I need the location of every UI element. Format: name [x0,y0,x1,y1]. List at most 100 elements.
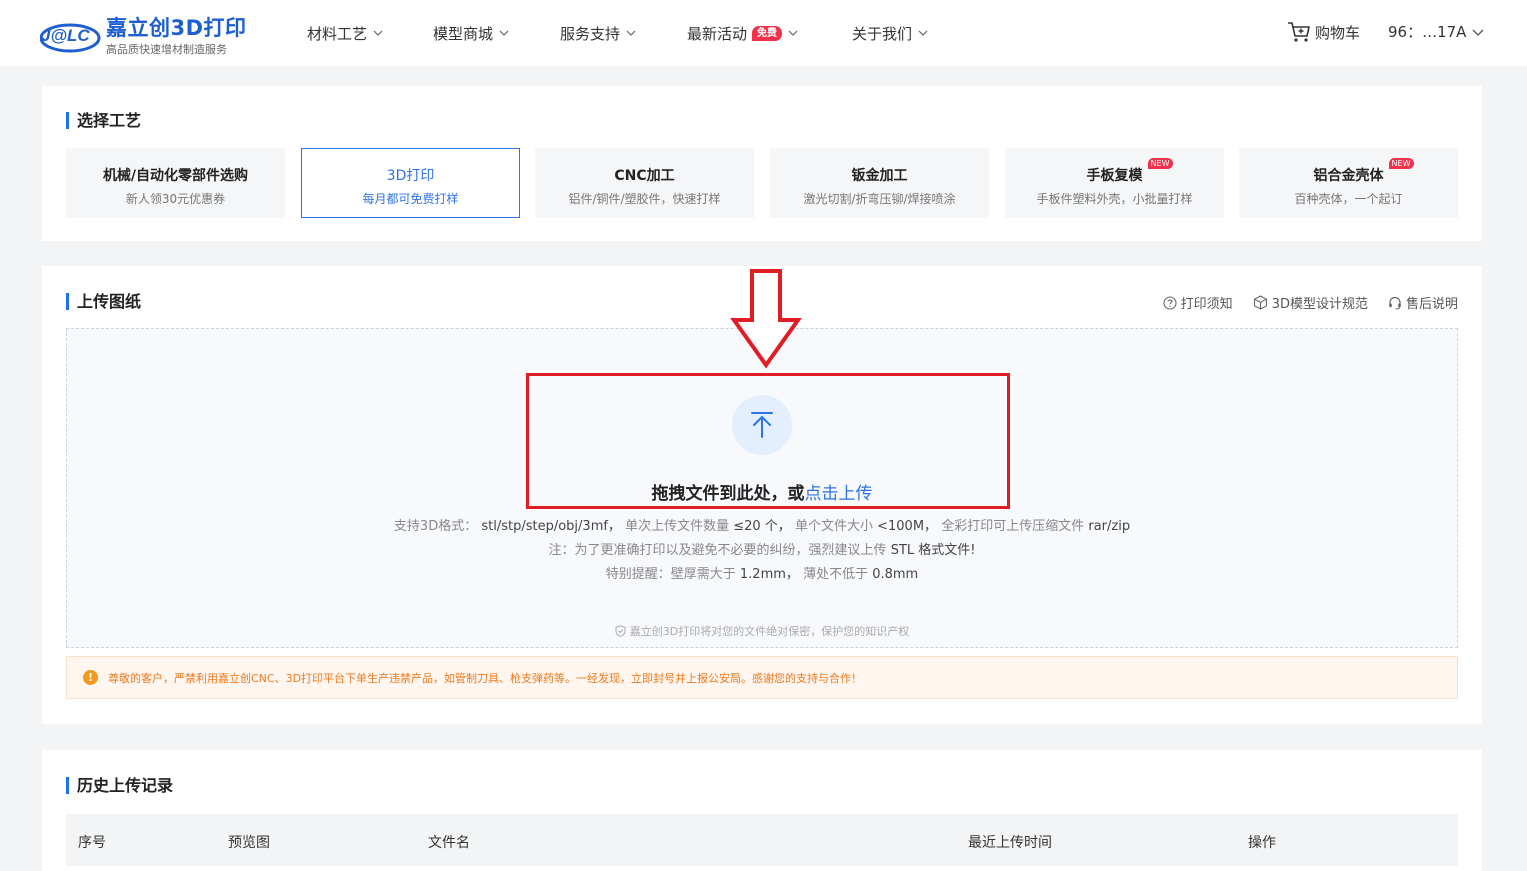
process-name: 铝合金壳体 NEW [1313,158,1414,185]
col-preview: 预览图 [228,835,270,851]
note-label: 注：为了更准确打印以及避免不必要的纠纷，强烈建议上传 [548,543,887,558]
process-desc: 铝件/铜件/塑胶件，快速打样 [568,192,721,206]
process-card-mechanical[interactable]: 机械/自动化零部件选购 新人领30元优惠券 [66,148,285,218]
security-note: 嘉立创3D打印将对您的文件绝对保密，保护您的知识产权 [67,623,1457,639]
click-upload-link[interactable]: 点击上传 [805,484,873,504]
top-header: J@LC 嘉立创3D打印 高品质快速增材制造服务 材料工艺 模型商城 服务支持 … [0,0,1527,66]
design-spec-link[interactable]: 3D模型设计规范 [1253,293,1368,312]
process-panel: 选择工艺 机械/自动化零部件选购 新人领30元优惠券 3D打印 每月都可免费打样… [42,86,1482,241]
drag-hint: 拖拽文件到此处，或点击上传 [67,479,1457,504]
nav-activities[interactable]: 最新活动 免费 [687,22,798,44]
nav-service[interactable]: 服务支持 [560,22,636,44]
color-label: 全彩打印可上传压缩文件 [941,519,1085,534]
formats-value: stl/stp/step/obj/3mf， [481,519,621,534]
warning-banner: ! 尊敬的客户，严禁利用嘉立创CNC、3D打印平台下单生产违禁产品，如管制刀具、… [66,656,1458,699]
table-header: 序号 预览图 文件名 最近上传时间 操作 [66,814,1458,866]
nav-label: 关于我们 [852,24,913,43]
process-name-text: 手板复模 [1086,168,1143,184]
stl-note: 注：为了更准确打印以及避免不必要的纠纷，强烈建议上传 STL 格式文件! [67,539,1457,558]
process-desc: 百种壳体，一个起订 [1294,192,1403,206]
format-info: 支持3D格式： stl/stp/step/obj/3mf， 单次上传文件数量 ≤… [67,515,1457,534]
after-sale-link[interactable]: 售后说明 [1388,293,1458,312]
note-value: STL 格式文件! [890,543,976,558]
nav-label: 材料工艺 [307,24,368,43]
size-value: <100M， [877,519,938,534]
logo-subtitle: 高品质快速增材制造服务 [106,43,227,56]
color-value: rar/zip [1088,519,1131,534]
thickness-reminder: 特别提醒：壁厚需大于 1.2mm， 薄处不低于 0.8mm [67,563,1457,582]
chevron-down-icon [499,30,509,36]
history-panel: 历史上传记录 序号 预览图 文件名 最近上传时间 操作 [42,750,1482,871]
chevron-down-icon [788,30,798,36]
process-card-prototype[interactable]: 手板复模 NEW 手板件塑料外壳，小批量打样 [1005,148,1224,218]
chevron-down-icon [1472,29,1484,36]
process-desc: 每月都可免费打样 [362,192,459,206]
free-badge: 免费 [752,25,783,41]
process-name: 钣金加工 [851,168,908,184]
drag-text: 拖拽文件到此处，或 [651,484,805,504]
upload-dropzone[interactable]: 拖拽文件到此处，或点击上传 支持3D格式： stl/stp/step/obj/3… [66,328,1458,648]
cart-label: 购物车 [1315,23,1361,42]
exclamation-icon: ! [83,670,98,685]
process-name-text: 铝合金壳体 [1313,168,1384,184]
upload-arrow-icon [751,412,773,438]
help-links: 打印须知 3D模型设计规范 售后说明 [1143,293,1458,312]
process-name: CNC加工 [614,168,675,184]
process-card-3d-print[interactable]: 3D打印 每月都可免费打样 [301,148,520,218]
chevron-down-icon [626,30,636,36]
headset-icon [1389,296,1401,310]
nav-materials[interactable]: 材料工艺 [307,22,383,44]
cube-icon [1253,295,1267,310]
upload-button[interactable] [732,395,792,455]
nav-about[interactable]: 关于我们 [852,22,928,44]
upload-panel: 上传图纸 打印须知 3D模型设计规范 售后说明 拖拽文件到此处，或点击上传 支持… [42,266,1482,724]
new-badge: NEW [1147,158,1173,169]
nav-label: 服务支持 [560,24,621,43]
col-actions: 操作 [1248,835,1276,851]
count-value: ≤20 个， [733,519,791,534]
count-label: 单次上传文件数量 [625,519,730,534]
size-label: 单个文件大小 [794,519,873,534]
security-text: 嘉立创3D打印将对您的文件绝对保密，保护您的知识产权 [629,625,910,638]
section-title: 历史上传记录 [66,777,173,794]
col-index: 序号 [78,835,106,851]
cart-icon [1288,22,1310,42]
process-name: 手板复模 NEW [1086,158,1173,185]
chevron-down-icon [918,30,928,36]
col-filename: 文件名 [428,835,470,851]
chevron-down-icon [373,30,383,36]
reminder-value: 0.8mm [872,567,919,582]
process-desc: 手板件塑料外壳，小批量打样 [1036,192,1193,206]
reminder-mid: 薄处不低于 [803,567,869,582]
link-label: 售后说明 [1405,297,1458,312]
process-desc: 激光切割/折弯压铆/焊接喷涂 [803,192,956,206]
link-label: 3D模型设计规范 [1271,297,1368,312]
question-circle-icon [1163,295,1177,310]
logo[interactable]: J@LC 嘉立创3D打印 高品质快速增材制造服务 [40,10,250,56]
process-desc: 新人领30元优惠券 [125,192,226,206]
link-label: 打印须知 [1180,297,1233,312]
new-badge: NEW [1388,158,1414,169]
svg-text:J@LC: J@LC [41,26,90,45]
section-title: 选择工艺 [66,112,141,129]
username: 96：…17A [1388,23,1467,41]
print-notice-link[interactable]: 打印须知 [1163,293,1233,312]
process-card-sheet-metal[interactable]: 钣金加工 激光切割/折弯压铆/焊接喷涂 [770,148,989,218]
nav-label: 模型商城 [433,24,494,43]
shield-icon [615,625,626,637]
user-menu[interactable]: 96：…17A [1388,21,1484,42]
section-title: 上传图纸 [66,293,141,310]
process-card-aluminum-shell[interactable]: 铝合金壳体 NEW 百种壳体，一个起订 [1239,148,1458,218]
reminder-label: 特别提醒：壁厚需大于 [605,567,736,582]
logo-title: 嘉立创3D打印 [106,16,247,40]
cart-button[interactable]: 购物车 [1287,21,1360,43]
process-name: 机械/自动化零部件选购 [102,168,249,184]
warning-text: 尊敬的客户，严禁利用嘉立创CNC、3D打印平台下单生产违禁产品，如管制刀具、枪支… [108,671,863,685]
reminder-value: 1.2mm， [739,567,799,582]
col-upload-time: 最近上传时间 [968,835,1052,851]
nav-model-mall[interactable]: 模型商城 [433,22,509,44]
process-card-cnc[interactable]: CNC加工 铝件/铜件/塑胶件，快速打样 [535,148,754,218]
process-name: 3D打印 [386,168,435,184]
jlc-logo-icon: J@LC [40,23,101,53]
formats-label: 支持3D格式： [393,519,478,534]
